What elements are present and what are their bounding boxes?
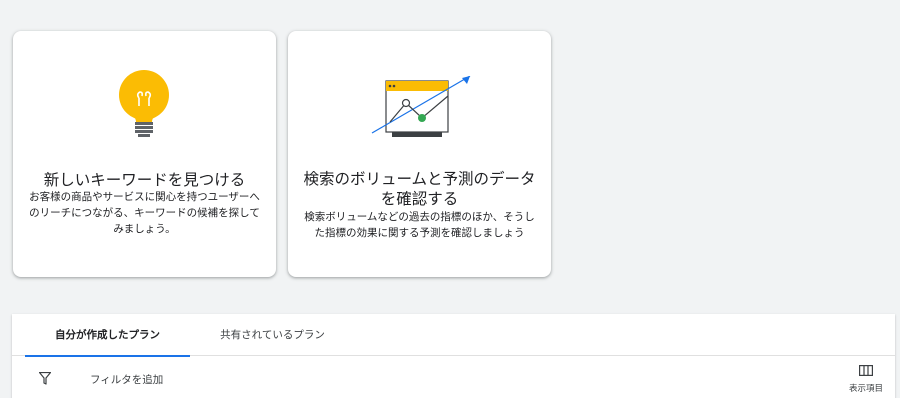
card-title: 新しいキーワードを見つける (43, 171, 246, 189)
filter-icon[interactable] (39, 372, 51, 385)
columns-icon (859, 365, 873, 376)
card-illustration (288, 67, 551, 179)
card-title: 検索のボリュームと予測のデータを確認する (303, 170, 536, 208)
trend-chart-icon (371, 76, 471, 137)
tab-my-plans[interactable]: 自分が作成したプラン (25, 314, 190, 357)
filter-bar: フィルタを追加 表示項目 (12, 357, 895, 398)
plans-panel: 自分が作成したプラン 共有されているプラン フィルタを追加 表示項目 (12, 314, 895, 398)
lightbulb-icon (119, 70, 169, 137)
tab-shared-plans[interactable]: 共有されているプラン (200, 314, 345, 356)
card-description: お客様の商品やサービスに関心を持つユーザーへのリーチにつながる、キーワードの候補… (29, 191, 260, 235)
columns-label: 表示項目 (848, 384, 883, 394)
columns-button[interactable]: 表示項目 (845, 365, 887, 397)
find-keywords-card[interactable]: 新しいキーワードを見つける お客様の商品やサービスに関心を持つユーザーへのリーチ… (13, 31, 276, 277)
card-illustration (13, 67, 276, 179)
add-filter-button[interactable]: フィルタを追加 (90, 372, 163, 387)
forecast-card[interactable]: 検索のボリュームと予測のデータを確認する 検索ボリュームなどの過去の指標のほか、… (288, 31, 551, 277)
card-description: 検索ボリュームなどの過去の指標のほか、そうした指標の効果に関する予測を確認しまし… (304, 211, 535, 239)
plan-tabs: 自分が作成したプラン 共有されているプラン (12, 314, 895, 357)
